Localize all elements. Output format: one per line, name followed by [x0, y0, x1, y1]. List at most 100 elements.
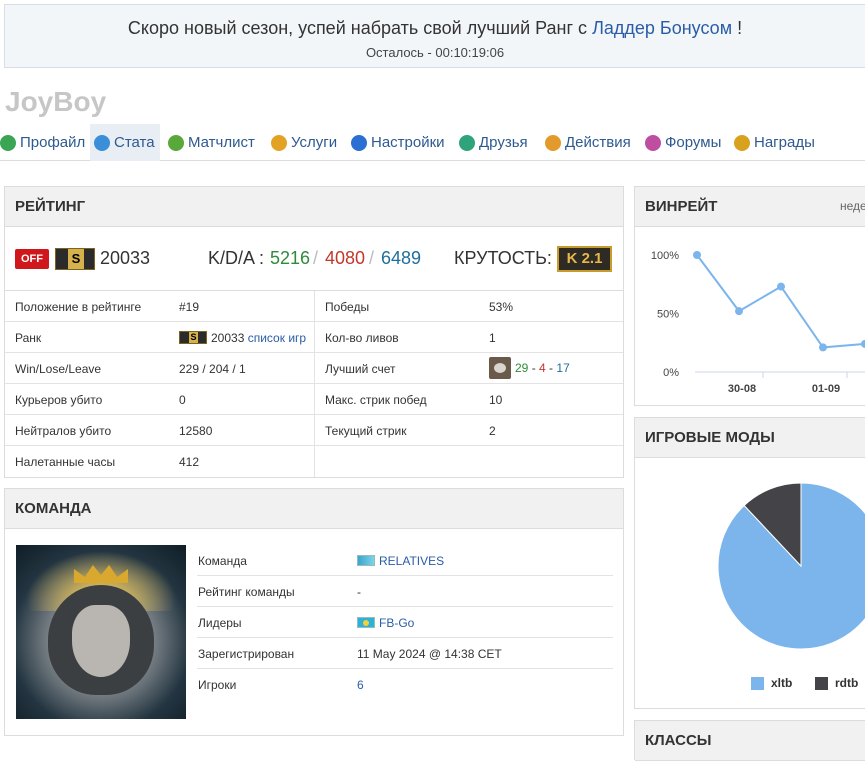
- banner-message: Скоро новый сезон, успей набрать свой лу…: [5, 18, 865, 39]
- rank-letter: S: [189, 332, 198, 343]
- stat-value: 229 / 204 / 1: [179, 362, 246, 376]
- games-list-link[interactable]: список игр: [248, 331, 306, 345]
- season-timer: Осталось - 00:10:19:06: [365, 45, 505, 60]
- status-badge[interactable]: OFF: [15, 249, 49, 269]
- profile-username: JoyBoy: [5, 86, 107, 117]
- game-modes-panel: ИГРОВЫЕ МОДЫ xltb rdtb: [634, 417, 865, 709]
- tab-forums[interactable]: Форумы: [645, 124, 723, 161]
- tab-friends[interactable]: Друзья: [459, 124, 531, 161]
- tab-label: Форумы: [665, 134, 722, 151]
- team-flag-icon: [357, 555, 375, 566]
- friends-icon: [459, 134, 475, 151]
- profile-icon: [0, 134, 16, 151]
- kda-deaths: 4080: [325, 248, 366, 268]
- rating-panel: РЕЙТИНГ OFF S 20033 K/D/A : 5216 / 4080 …: [4, 186, 624, 478]
- team-panel: КОМАНДА Команда RELATIVES Рейтинг команд…: [4, 488, 624, 736]
- best-score[interactable]: 29 - 4 - 17: [489, 357, 570, 379]
- settings-icon: [351, 134, 367, 151]
- winrate-point[interactable]: [861, 339, 865, 348]
- table-row: Рейтинг команды -: [197, 576, 613, 607]
- ladder-bonus-link[interactable]: Ладдер Бонусом: [592, 18, 732, 38]
- stat-label: Положение в рейтинге: [15, 300, 142, 314]
- tab-awards[interactable]: Награды: [734, 124, 816, 161]
- tab-stats[interactable]: Стата: [90, 124, 160, 161]
- legend-swatch: [751, 676, 764, 690]
- table-row: Игроки 6: [197, 669, 613, 700]
- kda-separator: /: [313, 248, 319, 268]
- winrate-panel: ВИНРЕЙТ неде 100% 0% 50% 30-08 01-09: [634, 186, 865, 406]
- tab-label: Услуги: [291, 134, 338, 151]
- kda-separator: /: [369, 248, 375, 268]
- tab-settings[interactable]: Настройки: [351, 124, 447, 161]
- tab-actions[interactable]: Действия: [545, 124, 633, 161]
- rank-value: 20033: [211, 331, 245, 345]
- rating-title: РЕЙТИНГ: [5, 187, 623, 227]
- stat-label: Win/Lose/Leave: [15, 362, 102, 376]
- legend-item-xltb[interactable]: xltb: [751, 676, 792, 690]
- stat-value: S 20033 список игр: [179, 331, 306, 345]
- stat-label: Ранк: [15, 331, 42, 345]
- winrate-point[interactable]: [777, 282, 785, 291]
- best-assists: 17: [556, 361, 570, 375]
- table-row: Команда RELATIVES: [197, 545, 613, 576]
- awards-icon: [734, 134, 750, 151]
- x-tick-label: 30-08: [728, 383, 756, 395]
- table-row: Зарегистрирован 11 May 2024 @ 14:38 CET: [197, 638, 613, 669]
- team-field-label: Лидеры: [198, 616, 242, 630]
- team-leader-link[interactable]: FB-Go: [357, 616, 414, 630]
- stat-value: 1: [489, 331, 496, 345]
- tab-label: Профайл: [20, 134, 86, 151]
- team-logo-image: [16, 545, 186, 719]
- team-name: RELATIVES: [379, 554, 445, 568]
- legend-label: xltb: [771, 676, 793, 690]
- period-tab[interactable]: неде: [840, 199, 865, 213]
- banner-text: Скоро новый сезон, успей набрать свой лу…: [127, 18, 593, 38]
- rank-badge: S: [55, 248, 95, 270]
- tab-matchlist[interactable]: Матчлист: [168, 124, 260, 161]
- team-name-link[interactable]: RELATIVES: [357, 554, 444, 568]
- stat-value: 12580: [179, 424, 213, 438]
- tab-services[interactable]: Услуги: [271, 124, 341, 161]
- tab-profile[interactable]: Профайл: [0, 124, 86, 161]
- game-modes-chart: [717, 482, 865, 650]
- stat-label: Кол-во ливов: [325, 331, 399, 345]
- table-row: Нейтралов убито 12580 Текущий стрик 2: [5, 415, 623, 446]
- stat-value: 10: [489, 393, 503, 407]
- best-deaths: 4: [539, 361, 546, 375]
- rank-mini-icon: S: [179, 331, 207, 344]
- stat-value: 0: [179, 393, 186, 407]
- tab-label: Друзья: [479, 134, 528, 151]
- best-kills: 29: [515, 361, 529, 375]
- kda-kills: 5216: [270, 248, 311, 268]
- stat-label: Нейтралов убито: [15, 424, 112, 438]
- table-row: Win/Lose/Leave 229 / 204 / 1 Лучший счет…: [5, 353, 623, 384]
- stat-value: 2: [489, 424, 496, 438]
- coolness-badge: K 2.1: [557, 246, 612, 272]
- y-tick-label: 50%: [657, 309, 679, 321]
- tab-label: Награды: [754, 134, 815, 151]
- stat-label: Лучший счет: [325, 362, 396, 376]
- team-field-label: Игроки: [198, 678, 237, 692]
- winrate-chart: 100% 0% 50% 30-08 01-09: [651, 250, 865, 395]
- winrate-series-line: [696, 254, 865, 349]
- winrate-point[interactable]: [735, 307, 743, 316]
- forums-icon: [645, 134, 661, 151]
- coolness-label: КРУТОСТЬ:: [454, 248, 552, 268]
- tab-label: Настройки: [371, 134, 445, 151]
- classes-title: КЛАССЫ: [635, 721, 865, 761]
- classes-panel: КЛАССЫ: [634, 720, 865, 761]
- kda-label: K/D/A :: [208, 248, 265, 268]
- stat-label: Победы: [325, 300, 370, 314]
- rating-summary: OFF S 20033 K/D/A : 5216 / 4080 / 6489 К…: [5, 227, 623, 291]
- winrate-point[interactable]: [693, 251, 701, 259]
- x-tick-label: 01-09: [812, 383, 840, 395]
- y-tick-label: 100%: [651, 250, 679, 262]
- winrate-point[interactable]: [819, 343, 827, 352]
- stat-value: 53%: [489, 300, 514, 314]
- actions-icon: [545, 134, 561, 151]
- legend-item-rdtb[interactable]: rdtb: [815, 676, 858, 690]
- services-icon: [271, 134, 287, 151]
- banner-suffix: !: [732, 18, 743, 38]
- team-players-link[interactable]: 6: [357, 678, 364, 692]
- legend-swatch: [815, 676, 828, 690]
